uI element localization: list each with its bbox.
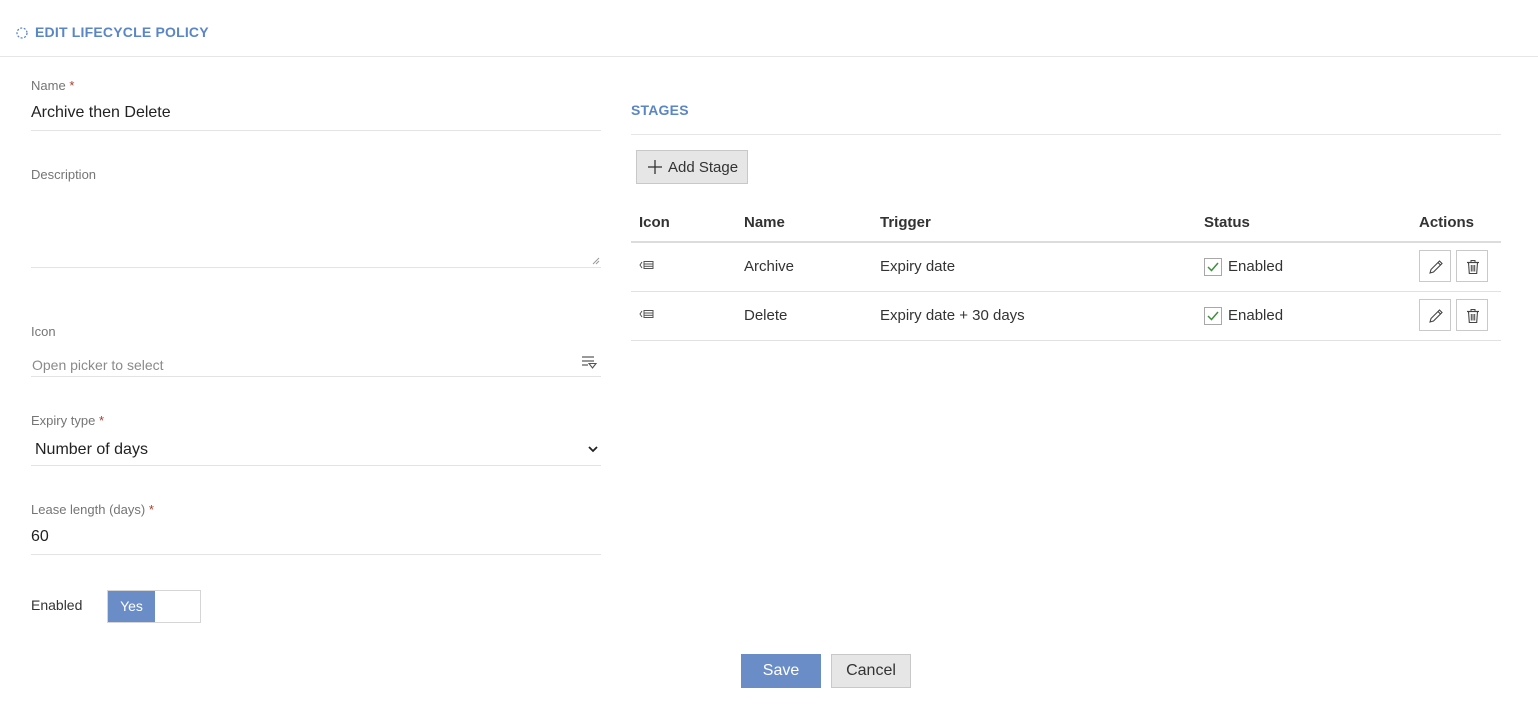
stages-divider [631,134,1501,135]
icon-label: Icon [31,324,56,339]
stage-status: Enabled [1228,307,1284,324]
status-checkbox[interactable] [1204,258,1222,276]
expiry-type-select[interactable]: Number of days [35,441,148,459]
description-textarea[interactable] [31,196,601,268]
pencil-icon [1429,309,1443,323]
stage-trigger: Expiry date [880,258,956,275]
stage-name: Archive [744,258,795,275]
lease-length-label-text: Lease length (days) [31,502,146,517]
cancel-button[interactable]: Cancel [831,654,911,688]
table-header-divider [631,241,1501,243]
toggle-yes-option[interactable]: Yes [108,591,155,622]
save-button[interactable]: Save [741,654,821,688]
icon-picker-input[interactable]: Open picker to select [32,357,164,373]
enabled-toggle[interactable]: Yes [107,590,201,623]
chevron-down-icon[interactable] [587,443,599,455]
required-mark: * [69,78,75,93]
edit-stage-button[interactable] [1419,250,1451,282]
stages-title: STAGES [631,102,689,118]
page-title: EDIT LIFECYCLE POLICY [35,24,209,40]
archive-list-icon [639,261,654,269]
trash-icon [1467,260,1479,275]
name-input[interactable]: Archive then Delete [31,104,171,122]
expiry-type-label: Expiry type * [31,413,104,428]
stage-status: Enabled [1228,258,1284,275]
trash-icon [1467,309,1479,324]
checkmark-icon [1207,262,1219,272]
filter-list-icon[interactable] [580,354,598,370]
delete-stage-button[interactable] [1456,299,1488,331]
add-stage-button[interactable]: Add Stage [636,150,748,184]
add-stage-label: Add Stage [668,159,739,176]
required-mark: * [148,502,154,517]
description-label: Description [31,167,97,182]
spinner-icon [16,27,28,39]
name-label: Name * [31,78,74,93]
status-checkbox[interactable] [1204,307,1222,325]
plus-icon [648,160,662,174]
lease-length-input[interactable]: 60 [31,528,49,546]
icon-underline [31,376,601,377]
archive-list-icon [639,310,654,318]
column-header-icon: Icon [639,214,670,231]
stage-trigger: Expiry date + 30 days [880,307,1025,324]
expiry-type-underline [31,465,601,466]
enabled-label: Enabled [31,597,83,613]
column-header-actions: Actions [1419,214,1475,231]
expiry-type-label-text: Expiry type [31,413,96,428]
row-divider [631,340,1501,341]
pencil-icon [1429,260,1443,274]
name-label-text: Name [31,78,66,93]
column-header-trigger: Trigger [880,214,931,231]
delete-stage-button[interactable] [1456,250,1488,282]
row-divider [631,291,1501,292]
column-header-name: Name [744,214,785,231]
lease-length-label: Lease length (days) * [31,502,154,517]
lease-length-underline [31,554,601,555]
page-header: EDIT LIFECYCLE POLICY [0,0,1538,57]
edit-stage-button[interactable] [1419,299,1451,331]
stage-name: Delete [744,307,788,324]
column-header-status: Status [1204,214,1250,231]
checkmark-icon [1207,311,1219,321]
required-mark: * [98,413,104,428]
name-underline [31,130,601,131]
resize-handle-icon[interactable] [592,257,600,265]
